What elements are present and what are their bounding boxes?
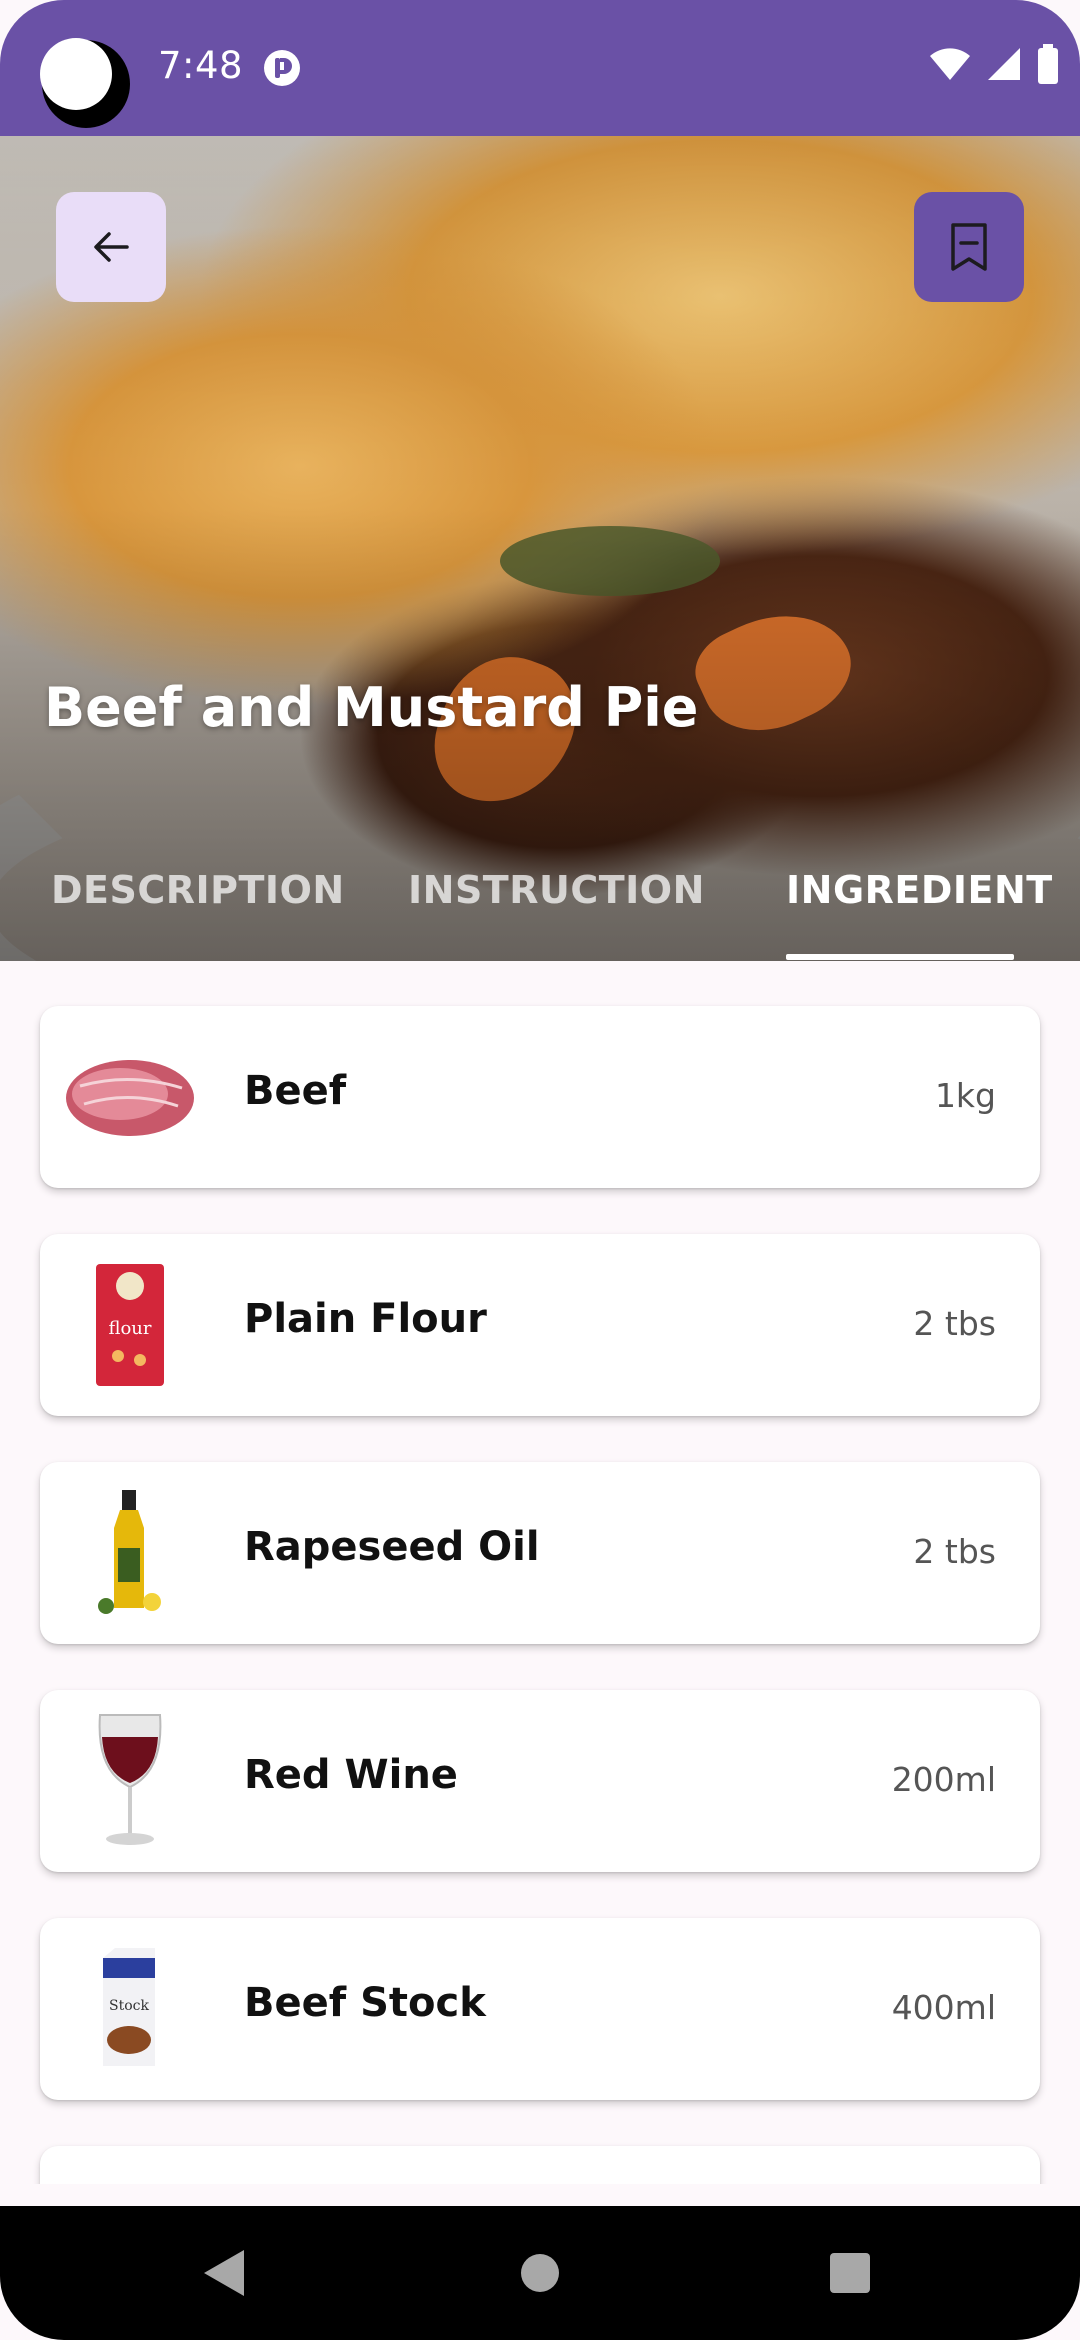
recipe-detail-screen: 7:48 Beef and Mustard Pie DESCRIPTION IN…: [0, 0, 1080, 2340]
arrow-left-icon: [94, 232, 129, 262]
camera-cutout: [40, 38, 130, 128]
ingredient-card-partial[interactable]: [40, 2146, 1040, 2184]
back-button[interactable]: [56, 192, 166, 302]
ingredient-name: Rapeseed Oil: [244, 1524, 540, 1570]
tab-description[interactable]: DESCRIPTION: [51, 868, 345, 912]
ingredient-name: Red Wine: [244, 1752, 458, 1798]
ingredient-card-plain-flour[interactable]: flour Plain Flour 2 tbs: [40, 1234, 1040, 1416]
ingredient-thumbnail: [60, 2167, 200, 2184]
tab-active-indicator: [786, 954, 1014, 960]
bookmark-icon: [951, 223, 987, 271]
tab-ingredient[interactable]: INGREDIENT: [786, 868, 1053, 912]
signal-icon: [988, 48, 1020, 80]
nav-home-icon[interactable]: [521, 2254, 559, 2292]
beef-image: [60, 1027, 200, 1167]
ingredient-quantity: 200ml: [891, 1760, 996, 1799]
wifi-icon: [930, 48, 970, 80]
flour-bag-image: flour: [60, 1255, 200, 1395]
status-bar: 7:48: [0, 0, 1080, 136]
ingredient-card-beef[interactable]: Beef 1kg: [40, 1006, 1040, 1188]
ingredient-card-red-wine[interactable]: Red Wine 200ml: [40, 1690, 1040, 1872]
ingredient-quantity: 2 tbs: [913, 1532, 996, 1571]
recipe-title: Beef and Mustard Pie: [44, 676, 699, 739]
nav-back-icon[interactable]: [202, 2248, 246, 2298]
ingredient-name: Beef Stock: [244, 1980, 486, 2026]
system-nav-bar: [0, 2206, 1080, 2340]
ingredient-name: Beef: [244, 1068, 347, 1114]
svg-text:Stock: Stock: [109, 1998, 149, 2014]
bookmark-button[interactable]: [914, 192, 1024, 302]
wine-glass-image: [60, 1711, 200, 1851]
ingredient-quantity: 400ml: [891, 1988, 996, 2027]
nav-recents-icon[interactable]: [830, 2253, 870, 2293]
tab-instruction[interactable]: INSTRUCTION: [408, 868, 705, 912]
oil-bottle-image: [60, 1483, 200, 1623]
ingredient-card-rapeseed-oil[interactable]: Rapeseed Oil 2 tbs: [40, 1462, 1040, 1644]
app-notification-icon: [264, 50, 300, 86]
status-icons: [928, 44, 1060, 84]
battery-icon: [1038, 44, 1058, 84]
ingredient-name: Plain Flour: [244, 1296, 487, 1342]
ingredient-quantity: 2 tbs: [913, 1304, 996, 1343]
stock-carton-image: Stock: [60, 1939, 200, 2079]
ingredient-quantity: 1kg: [934, 1076, 996, 1115]
ingredient-card-beef-stock[interactable]: Stock Beef Stock 400ml: [40, 1918, 1040, 2100]
status-time: 7:48: [158, 44, 244, 87]
svg-text:flour: flour: [108, 1318, 151, 1339]
recipe-tabs: DESCRIPTION INSTRUCTION INGREDIENT: [0, 856, 1080, 960]
ingredient-list[interactable]: Beef 1kg flour Plain Flour 2 tbs Rapesee…: [0, 961, 1080, 2184]
